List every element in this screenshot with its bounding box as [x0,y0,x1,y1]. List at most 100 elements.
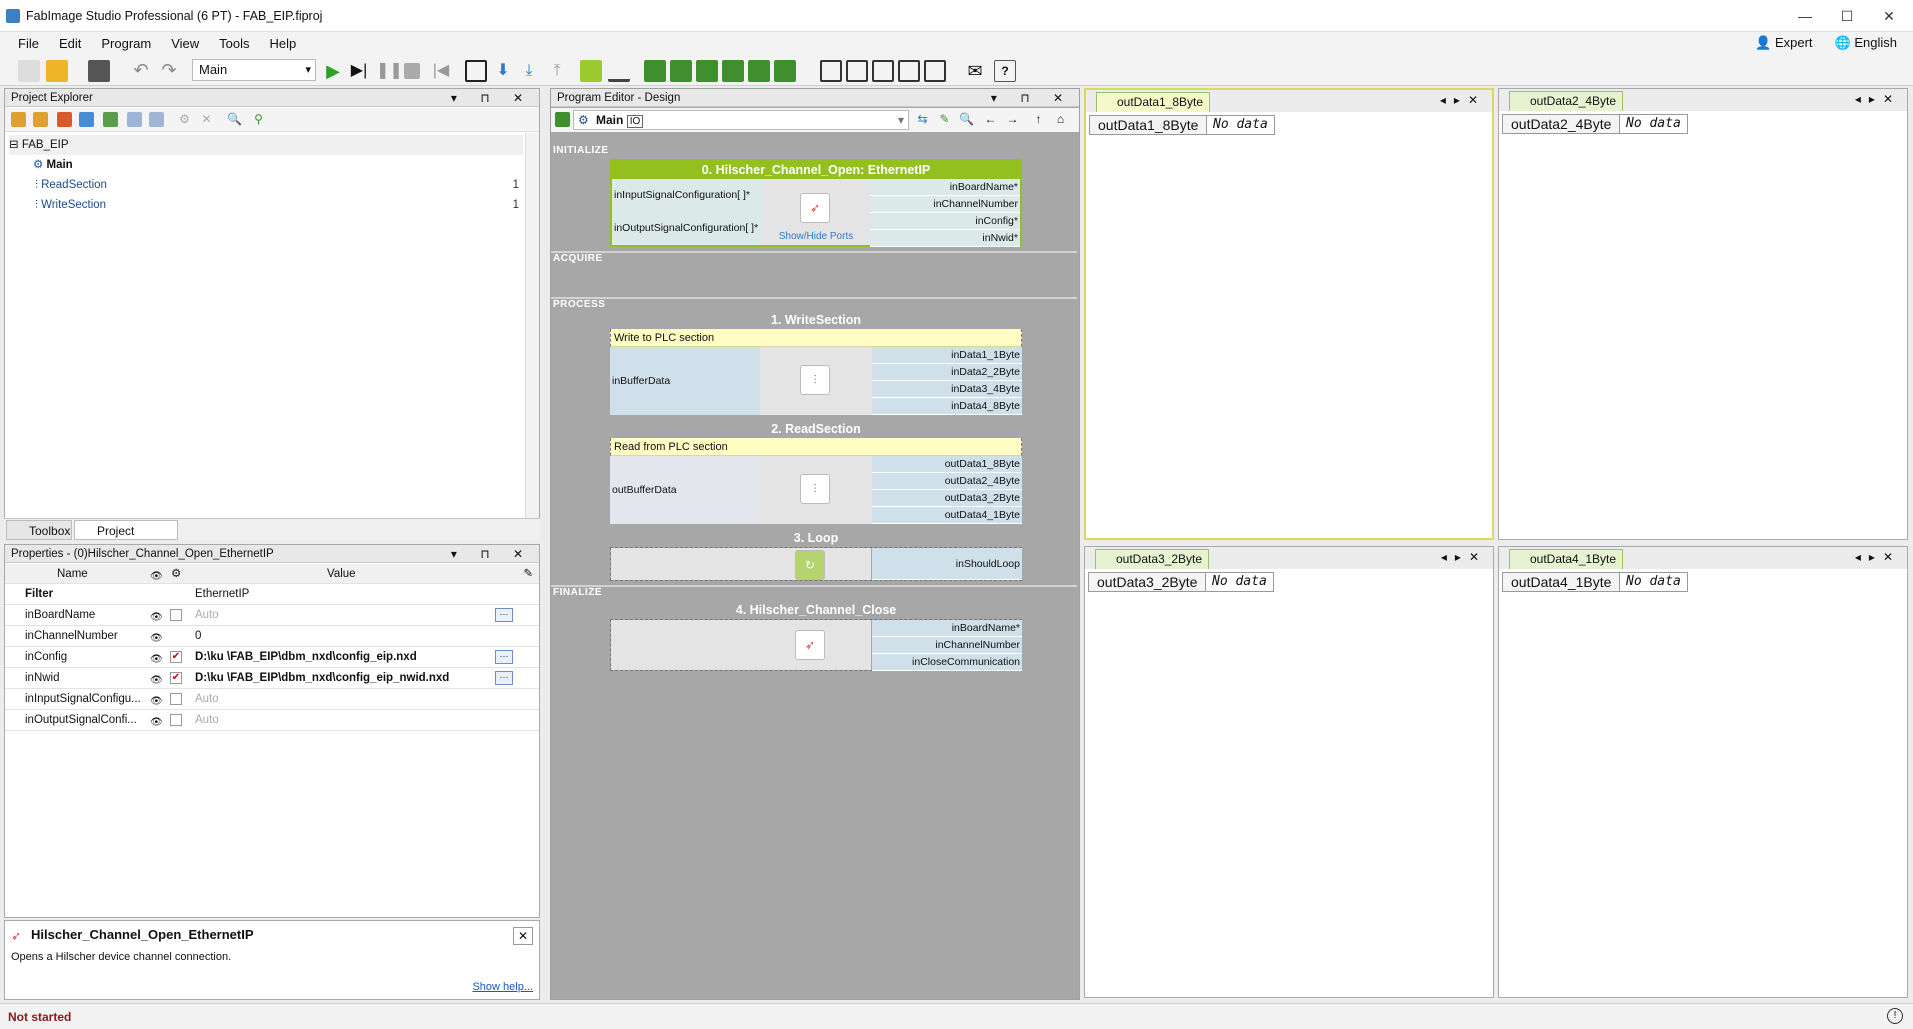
show-help-link[interactable]: Show help... [472,981,533,993]
add-folder-icon[interactable] [11,112,26,127]
hmi-layout-icon[interactable] [924,60,946,82]
preview-tab[interactable]: outData4_1Byte [1509,549,1624,569]
program-path[interactable]: ⚙ Main IO ▾ [573,110,909,130]
filter-block-readsection[interactable]: 2. ReadSection Read from PLC section out… [610,420,1022,524]
settings-icon[interactable]: ⚙ [177,112,192,127]
add-macro-icon[interactable] [103,112,118,127]
open-folder-icon[interactable] [46,60,68,82]
menu-view[interactable]: View [161,36,209,51]
port-out[interactable]: inData1_1Byte [872,347,1022,364]
property-row-inchannelnumber[interactable]: inChannelNumber 👁 0 [5,626,539,647]
expert-mode-button[interactable]: 👤 Expert [1755,35,1812,51]
preview-controls[interactable]: ◂▸✕ [1440,93,1486,107]
data-preview-outdata4[interactable]: outData4_1Byte ◂▸✕ outData4_1Byte No data [1498,546,1908,998]
checkbox[interactable] [170,609,182,621]
tab-toolbox[interactable]: Toolbox [6,520,72,540]
port-out[interactable]: inChannelNumber [870,196,1020,213]
data-preview-outdata2[interactable]: outData2_4Byte ◂▸✕ outData2_4Byte No data [1498,88,1908,540]
checkbox[interactable] [170,714,182,726]
forward-icon[interactable]: → [1005,112,1020,127]
layer-a-icon[interactable] [722,60,744,82]
minimize-button[interactable]: — [1785,4,1825,28]
port-out[interactable]: inChannelNumber [872,637,1022,654]
menu-file[interactable]: File [8,36,49,51]
layer-m-icon[interactable] [748,60,770,82]
preview-tab[interactable]: outData2_4Byte [1509,91,1624,111]
port-out[interactable]: outData2_4Byte [872,473,1022,490]
list-icon[interactable] [555,112,570,127]
eye-icon[interactable]: 👁 [150,650,163,670]
panel-controls[interactable]: ▾ ⊓ ✕ [451,545,533,563]
save-icon[interactable] [88,60,110,82]
info-icon[interactable]: ! [1887,1008,1903,1024]
zoom-icon[interactable]: 🔍 [959,112,974,127]
eye-icon[interactable]: 👁 [150,713,163,733]
property-row-ininputsignalconfiguration[interactable]: inInputSignalConfigu... 👁 Auto [5,689,539,710]
port-out[interactable]: outData3_2Byte [872,490,1022,507]
port-out[interactable]: inConfig* [870,213,1020,230]
import-icon[interactable] [127,112,142,127]
layout-columns-icon[interactable] [898,60,920,82]
tree-item-writesection[interactable]: ⫶ WriteSection 1 [35,195,519,215]
panel-controls[interactable]: ▾ ⊓ ✕ [451,89,533,107]
eye-icon[interactable]: 👁 [150,692,163,712]
port-out[interactable]: inBoardName* [872,620,1022,637]
browse-button[interactable]: ··· [495,608,513,622]
port-out[interactable]: inNwid* [870,230,1020,247]
checkbox-checked[interactable]: ✔ [170,651,182,663]
redo-icon[interactable]: ↷ [158,60,180,82]
filter-block-writesection[interactable]: 1. WriteSection Write to PLC section inB… [610,311,1022,415]
eye-icon[interactable]: 👁 [150,671,163,691]
property-row-inoutputsignalconfiguration[interactable]: inOutputSignalConfi... 👁 Auto [5,710,539,731]
layer-hmi-icon[interactable] [774,60,796,82]
preview-tab[interactable]: outData3_2Byte [1095,549,1210,569]
program-select[interactable]: Main [192,59,316,81]
eye-icon[interactable]: 👁 [150,608,163,628]
scrollbar[interactable] [525,133,539,519]
layout-single-icon[interactable] [820,60,842,82]
port-in[interactable]: inBufferData [610,347,760,415]
preview-controls[interactable]: ◂▸✕ [1855,92,1901,106]
stop-icon[interactable] [404,63,420,79]
step-back-icon[interactable]: |◀ [430,60,452,82]
port-out[interactable]: inShouldLoop [872,548,1022,580]
data-preview-outdata3[interactable]: outData3_2Byte ◂▸✕ outData3_2Byte No data [1084,546,1494,998]
layout-grid-icon[interactable] [846,60,868,82]
port-in[interactable]: outBufferData [610,456,760,524]
search-icon[interactable]: 🔍 [227,112,242,127]
step-over-icon[interactable]: ⤓ [518,60,540,82]
help-icon[interactable]: ? [994,60,1016,82]
mail-icon[interactable]: ✉ [964,60,986,82]
swap-icon[interactable]: ⇆ [915,112,930,127]
up-icon[interactable]: ↑ [1031,112,1046,127]
preview-controls[interactable]: ◂▸✕ [1855,550,1901,564]
close-button[interactable]: ✕ [1869,4,1909,28]
property-row-inboardname[interactable]: inBoardName 👁 Auto ··· [5,605,539,626]
port-out[interactable]: inData2_2Byte [872,364,1022,381]
pause-icon[interactable]: ❚❚ [376,60,403,82]
layer-3-icon[interactable] [696,60,718,82]
panel-controls[interactable]: ▾ ⊓ ✕ [991,89,1073,107]
maximize-button[interactable]: ☐ [1827,4,1867,28]
home-icon[interactable]: ⌂ [1053,112,1068,127]
checkbox[interactable] [170,693,182,705]
preview-controls[interactable]: ◂▸✕ [1441,550,1487,564]
layout-rows-icon[interactable] [872,60,894,82]
filter-block-close[interactable]: 4. Hilscher_Channel_Close ➶ inBoardName*… [610,601,1022,671]
tree-root[interactable]: ⊟ FAB_EIP [9,135,523,155]
export-icon[interactable] [149,112,164,127]
find-usages-icon[interactable]: ⚲ [251,112,266,127]
undo-icon[interactable]: ↶ [130,60,152,82]
step-forward-icon[interactable]: ▶| [348,60,370,82]
menu-help[interactable]: Help [260,36,307,51]
wrench-icon[interactable] [580,60,602,82]
language-button[interactable]: 🌐 English [1835,35,1897,51]
add-module-icon[interactable] [79,112,94,127]
data-preview-outdata1[interactable]: outData1_8Byte ◂▸✕ outData1_8Byte No data [1084,88,1494,540]
show-hide-ports-link[interactable]: Show/Hide Ports [762,231,870,242]
tree-item-main[interactable]: ⚙ Main [33,155,73,175]
back-icon[interactable]: ← [983,112,998,127]
add-worker-icon[interactable] [57,112,72,127]
checkbox-checked[interactable]: ✔ [170,672,182,684]
layer-2-icon[interactable] [670,60,692,82]
